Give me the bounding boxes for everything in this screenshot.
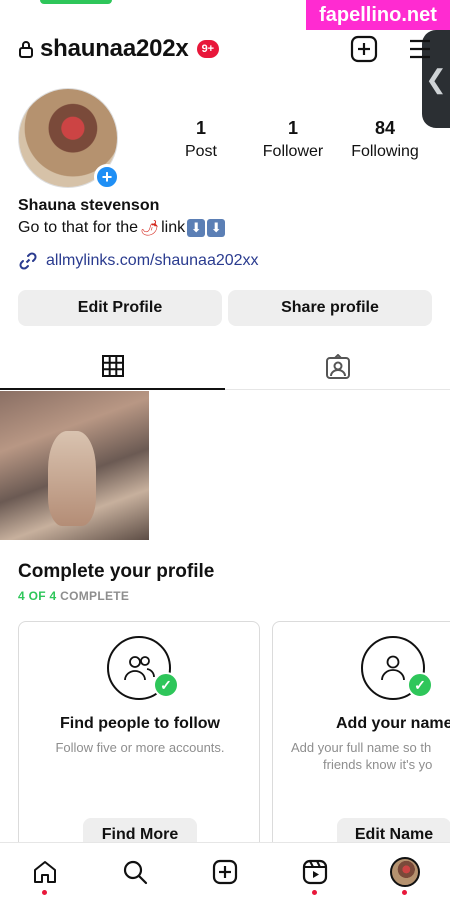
profile-header: shaunaa202x 9+ <box>18 34 430 64</box>
card-title: Find people to follow <box>60 715 220 732</box>
profile-avatar[interactable]: + <box>18 88 120 190</box>
display-name: Shauna stevenson <box>18 197 160 214</box>
bio: Go to that for the 🌶 link ⬇ ⬇ <box>18 219 226 237</box>
post-image <box>48 431 96 526</box>
pepper-icon: 🌶 <box>140 220 160 237</box>
status-indicator <box>40 0 112 4</box>
menu-icon[interactable] <box>408 38 432 60</box>
down-arrow-icon: ⬇ <box>207 219 226 237</box>
username[interactable]: shaunaa202x <box>40 35 189 63</box>
nav-profile[interactable] <box>390 857 420 887</box>
notification-badge[interactable]: 9+ <box>196 40 220 58</box>
stat-followers[interactable]: 1 Follower <box>248 118 338 161</box>
card-description-line1: Add your full name so th <box>291 740 432 755</box>
profile-tabs <box>0 344 450 390</box>
tab-tagged[interactable] <box>225 344 450 390</box>
stat-value: 84 <box>374 118 396 138</box>
profile-link[interactable]: allmylinks.com/shaunaa202xx <box>18 251 259 271</box>
create-icon <box>212 859 238 885</box>
tab-posts-grid[interactable] <box>0 344 225 390</box>
bottom-navigation <box>0 842 450 902</box>
edit-profile-button[interactable]: Edit Profile <box>18 290 222 326</box>
stat-following[interactable]: 84 Following <box>340 118 430 161</box>
profile-avatar-icon <box>390 857 420 887</box>
progress-count: 4 OF 4 <box>18 589 57 603</box>
card-description: Follow five or more accounts. <box>55 740 225 755</box>
card-description-line2: friends know it's yo <box>323 757 433 772</box>
nav-create[interactable] <box>210 857 240 887</box>
home-icon <box>34 861 56 883</box>
progress-label: COMPLETE <box>60 589 130 603</box>
nav-reels[interactable] <box>300 857 330 887</box>
card-title: Add your name <box>336 715 450 732</box>
home-notification-dot <box>42 890 47 895</box>
nav-home[interactable] <box>30 857 60 887</box>
search-icon <box>123 860 148 885</box>
stat-value: 1 <box>195 118 206 138</box>
nav-search[interactable] <box>120 857 150 887</box>
create-post-icon[interactable] <box>350 35 378 63</box>
bio-text: Go to that for the <box>18 219 139 236</box>
stat-label: Follower <box>262 143 324 160</box>
profile-notification-dot <box>402 890 407 895</box>
grid-icon <box>101 355 124 377</box>
chevron-left-icon: ❮ <box>425 63 447 94</box>
tagged-person-icon <box>325 354 350 379</box>
checkmark-icon: ✓ <box>153 672 179 698</box>
checkmark-icon: ✓ <box>407 672 433 698</box>
watermark: fapellino.net <box>306 0 450 30</box>
add-name-card: ✓ Add your name Add your full name so th… <box>272 621 450 861</box>
reels-notification-dot <box>312 890 317 895</box>
reels-icon <box>302 859 328 885</box>
stat-value: 1 <box>287 118 298 138</box>
stat-label: Following <box>351 143 419 160</box>
add-story-icon[interactable]: + <box>94 164 120 190</box>
bio-link-word: link <box>161 219 186 236</box>
share-profile-button[interactable]: Share profile <box>228 290 432 326</box>
stat-posts[interactable]: 1 Post <box>156 118 246 161</box>
stat-label: Post <box>184 143 217 160</box>
post-thumbnail[interactable] <box>0 391 149 540</box>
profile-link-url[interactable]: allmylinks.com/shaunaa202xx <box>46 252 259 270</box>
complete-profile-progress: 4 OF 4 COMPLETE <box>18 589 129 603</box>
complete-profile-title: Complete your profile <box>18 561 215 582</box>
link-icon <box>19 252 37 270</box>
down-arrow-icon: ⬇ <box>187 219 206 237</box>
find-people-card: ✓ Find people to follow Follow five or m… <box>18 621 260 861</box>
lock-icon <box>19 41 33 58</box>
